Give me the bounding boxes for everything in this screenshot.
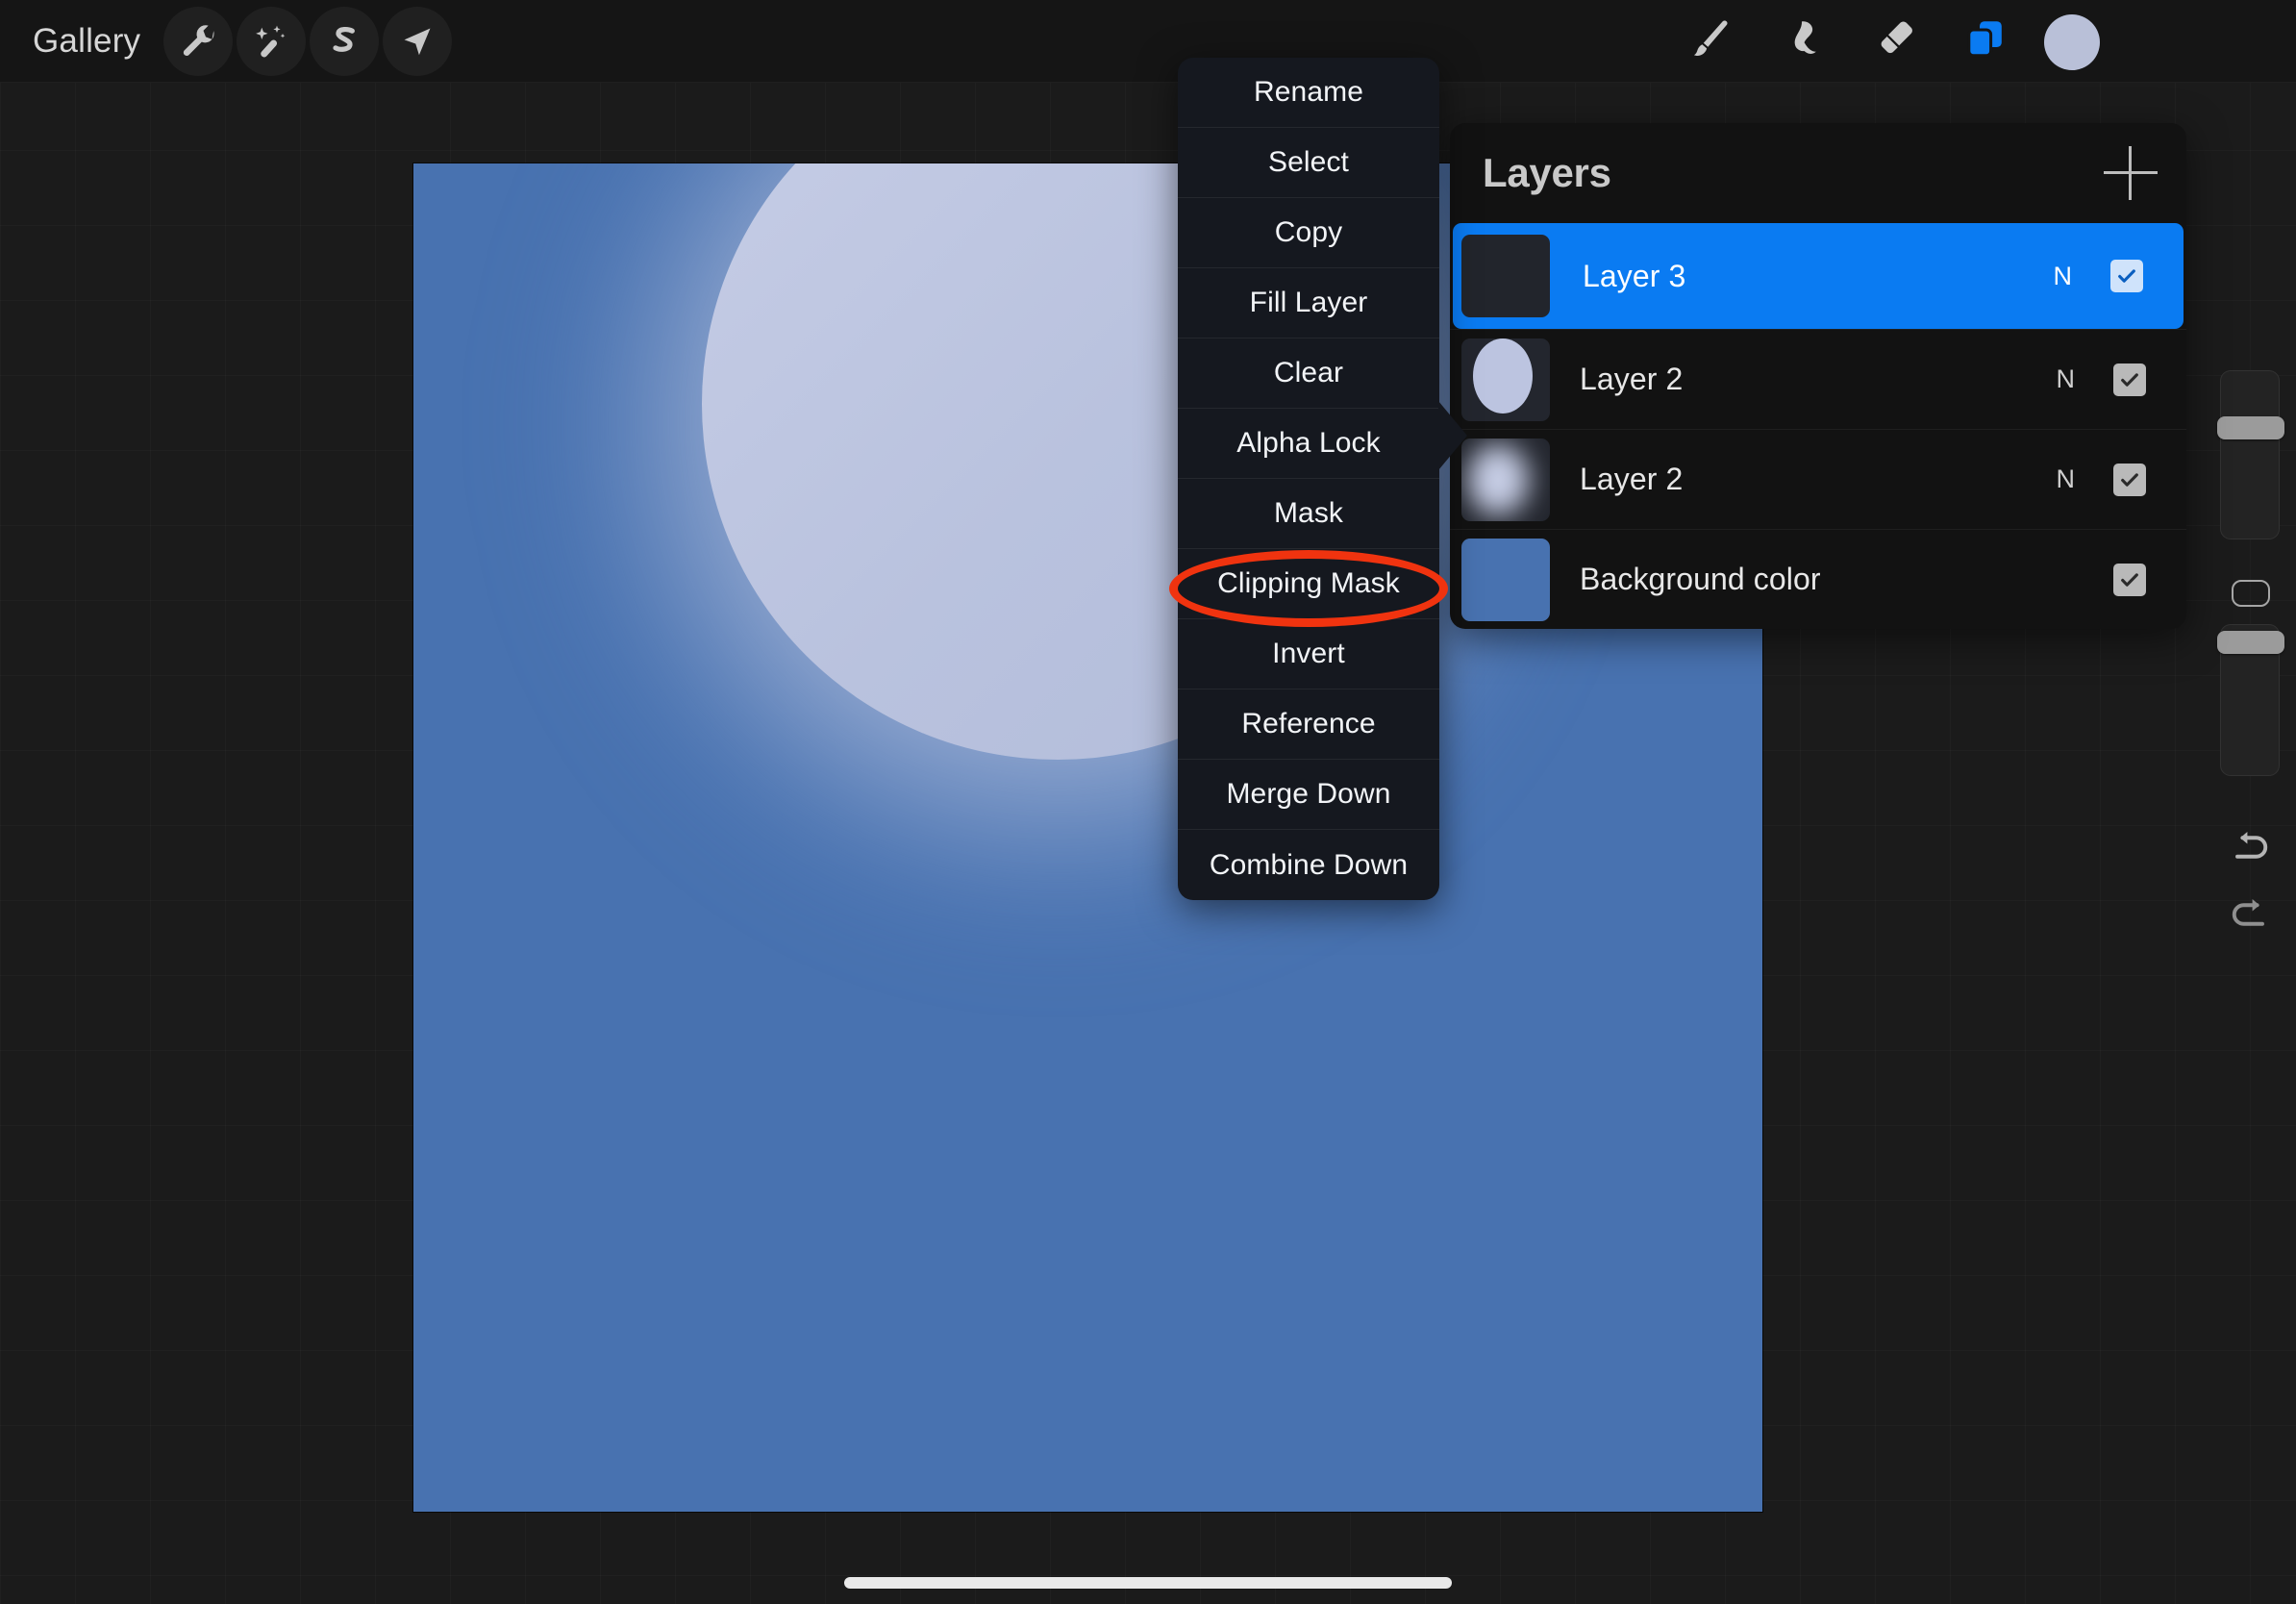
- undo-arrow-icon: [2225, 831, 2275, 876]
- menu-item-label: Reference: [1241, 708, 1376, 739]
- menu-item-select[interactable]: Select: [1178, 128, 1439, 198]
- layer-thumbnail[interactable]: [1461, 438, 1550, 521]
- gallery-button[interactable]: Gallery: [33, 0, 140, 83]
- opacity-slider[interactable]: [2217, 624, 2284, 776]
- eraser-icon: [1871, 16, 1917, 67]
- layer-name-label: Background color: [1580, 562, 1821, 596]
- redo-arrow-icon: [2225, 898, 2275, 943]
- layers-panel: Layers Layer 3 N Layer 2 N Layer 2 N Bac…: [1450, 123, 2186, 629]
- arrow-transform-icon: [399, 23, 436, 60]
- menu-item-label: Combine Down: [1209, 848, 1409, 881]
- wrench-icon: [179, 22, 217, 61]
- context-menu-items: Rename Select Copy Fill Layer Clear Alph…: [1178, 58, 1439, 900]
- menu-item-alpha-lock[interactable]: Alpha Lock: [1178, 409, 1439, 479]
- menu-item-label: Rename: [1254, 76, 1363, 108]
- gallery-label: Gallery: [33, 22, 141, 60]
- magic-wand-icon: [252, 22, 290, 61]
- menu-item-label: Select: [1268, 146, 1349, 178]
- layer-visibility-checkbox[interactable]: [2113, 463, 2146, 496]
- menu-item-merge-down[interactable]: Merge Down: [1178, 760, 1439, 830]
- layer-blend-mode[interactable]: N: [2057, 364, 2076, 394]
- opacity-slider-handle[interactable]: [2217, 631, 2284, 654]
- top-toolbar: Gallery: [0, 0, 2296, 83]
- menu-item-mask[interactable]: Mask: [1178, 479, 1439, 549]
- layer-context-menu: Rename Select Copy Fill Layer Clear Alph…: [1178, 58, 1467, 900]
- color-swatch-button[interactable]: [2044, 14, 2100, 70]
- layer-thumbnail-shape: [1473, 338, 1533, 414]
- home-indicator: [844, 1577, 1452, 1589]
- layers-icon: [1962, 16, 2009, 67]
- eraser-button[interactable]: [1856, 0, 1933, 83]
- menu-item-fill-layer[interactable]: Fill Layer: [1178, 268, 1439, 338]
- layer-thumbnail[interactable]: [1461, 338, 1550, 421]
- menu-item-label: Alpha Lock: [1236, 427, 1381, 459]
- menu-item-reference[interactable]: Reference: [1178, 689, 1439, 760]
- layer-visibility-checkbox[interactable]: [2113, 563, 2146, 596]
- layer-name-label: Layer 2: [1580, 362, 1684, 396]
- context-menu-pointer-caret: [1438, 401, 1467, 470]
- menu-item-copy[interactable]: Copy: [1178, 198, 1439, 268]
- actions-wrench-button[interactable]: [163, 7, 233, 76]
- layer-thumbnail-shape: [1461, 538, 1550, 621]
- layer-thumbnail[interactable]: [1461, 538, 1550, 621]
- modify-button[interactable]: [2232, 580, 2270, 607]
- layer-visibility-checkbox[interactable]: [2110, 260, 2143, 292]
- layer-row[interactable]: Layer 3 N: [1453, 223, 2184, 329]
- brush-size-slider-handle[interactable]: [2217, 416, 2284, 439]
- undo-button[interactable]: [2225, 822, 2275, 872]
- add-layer-button[interactable]: [2104, 146, 2158, 200]
- procreate-app: Gallery Rename Select Copy Fill Layer Cl…: [0, 0, 2296, 1604]
- selection-button[interactable]: [310, 7, 379, 76]
- menu-item-invert[interactable]: Invert: [1178, 619, 1439, 689]
- menu-item-clear[interactable]: Clear: [1178, 338, 1439, 409]
- menu-item-label: Fill Layer: [1249, 287, 1368, 318]
- menu-item-label: Invert: [1272, 638, 1345, 669]
- adjustments-wand-button[interactable]: [237, 7, 306, 76]
- redo-button[interactable]: [2225, 890, 2275, 940]
- selection-icon: [325, 22, 363, 61]
- brush-icon: [1688, 16, 1734, 67]
- layer-blend-mode[interactable]: N: [2057, 464, 2076, 494]
- menu-item-rename[interactable]: Rename: [1178, 58, 1439, 128]
- layer-row[interactable]: Layer 2 N: [1450, 429, 2186, 529]
- layers-panel-title: Layers: [1483, 150, 1611, 195]
- menu-item-label: Clear: [1273, 357, 1344, 388]
- menu-item-label: Merge Down: [1226, 778, 1391, 810]
- brush-size-slider[interactable]: [2217, 370, 2284, 539]
- menu-item-combine-down[interactable]: Combine Down: [1178, 830, 1439, 900]
- layer-row[interactable]: Layer 2 N: [1450, 329, 2186, 429]
- layer-visibility-checkbox[interactable]: [2113, 363, 2146, 396]
- layers-button[interactable]: [1947, 0, 2024, 83]
- paint-brush-button[interactable]: [1673, 0, 1750, 83]
- menu-item-clipping-mask[interactable]: Clipping Mask: [1178, 549, 1439, 619]
- layer-thumbnail[interactable]: [1461, 235, 1550, 317]
- right-sidebar: [2217, 370, 2284, 926]
- smudge-button[interactable]: [1764, 0, 1841, 83]
- smudge-icon: [1780, 16, 1826, 67]
- layers-panel-header: Layers: [1450, 123, 2186, 223]
- layer-name-label: Layer 2: [1580, 462, 1684, 496]
- menu-item-label: Mask: [1273, 497, 1344, 529]
- transform-button[interactable]: [383, 7, 452, 76]
- layer-name-label: Layer 3: [1583, 258, 1686, 293]
- menu-item-label: Copy: [1274, 216, 1343, 248]
- layer-row[interactable]: Background color: [1450, 529, 2186, 629]
- layer-thumbnail-shape: [1467, 443, 1529, 515]
- layer-blend-mode[interactable]: N: [2054, 262, 2073, 291]
- menu-item-label: Clipping Mask: [1217, 567, 1400, 599]
